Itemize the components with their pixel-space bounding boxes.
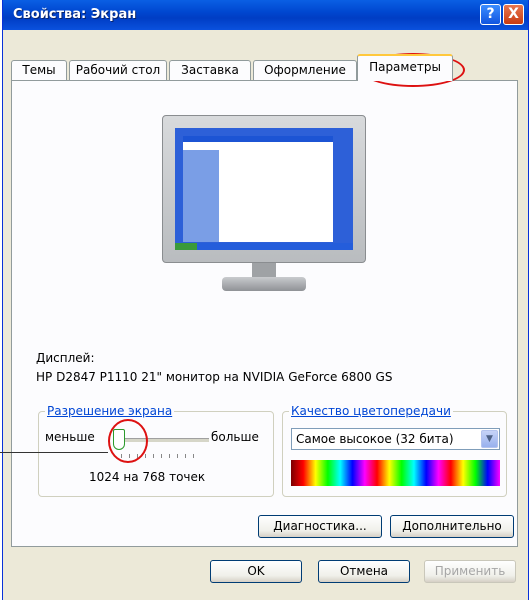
monitor-bezel (162, 115, 366, 263)
tab-screensaver[interactable]: Заставка (169, 60, 251, 80)
resolution-group: Разрешение экрана меньше больше 1024 на … (38, 404, 274, 497)
callout-line (0, 452, 108, 453)
resolution-more-label: больше (211, 430, 259, 444)
tab-desktop[interactable]: Рабочий стол (69, 60, 167, 80)
close-button[interactable]: X (503, 4, 524, 25)
resolution-title: Разрешение экрана (45, 404, 175, 418)
tab-settings[interactable]: Параметры (357, 54, 453, 81)
help-button[interactable]: ? (480, 4, 501, 25)
preview-taskbar (175, 243, 353, 250)
display-label: Дисплей: (36, 351, 95, 365)
color-spectrum-preview (291, 460, 500, 486)
display-value: HP D2847 P1110 21" монитор на NVIDIA GeF… (36, 370, 393, 384)
advanced-button[interactable]: Дополнительно (390, 515, 514, 538)
color-quality-selected: Самое высокое (32 бита) (296, 432, 454, 446)
resolution-value: 1024 на 768 точек (89, 470, 206, 484)
settings-panel: Дисплей: HP D2847 P1110 21" монитор на N… (11, 80, 518, 547)
title-bar[interactable]: Свойства: Экран ? X (3, 0, 528, 30)
color-quality-title: Качество цветопередачи (289, 404, 453, 418)
ok-button[interactable]: OK (210, 560, 302, 583)
preview-window (183, 136, 333, 242)
window-title: Свойства: Экран (13, 7, 137, 22)
tab-themes[interactable]: Темы (11, 60, 67, 80)
cancel-button[interactable]: Отмена (318, 560, 410, 583)
apply-button[interactable]: Применить (424, 560, 516, 583)
preview-start-button (175, 243, 197, 250)
diagnostics-button[interactable]: Диагностика... (258, 515, 382, 538)
monitor-preview (162, 115, 366, 293)
tab-appearance[interactable]: Оформление (253, 60, 357, 80)
color-quality-group: Качество цветопередачи Самое высокое (32… (282, 404, 507, 497)
resolution-less-label: меньше (45, 430, 95, 444)
monitor-stand (222, 277, 306, 291)
preview-sidebar (183, 150, 219, 242)
monitor-screen (175, 128, 353, 250)
highlight-circle-slider (108, 419, 148, 463)
color-quality-select[interactable]: Самое высокое (32 бита) ▼ (291, 428, 500, 450)
chevron-down-icon[interactable]: ▼ (481, 430, 498, 448)
